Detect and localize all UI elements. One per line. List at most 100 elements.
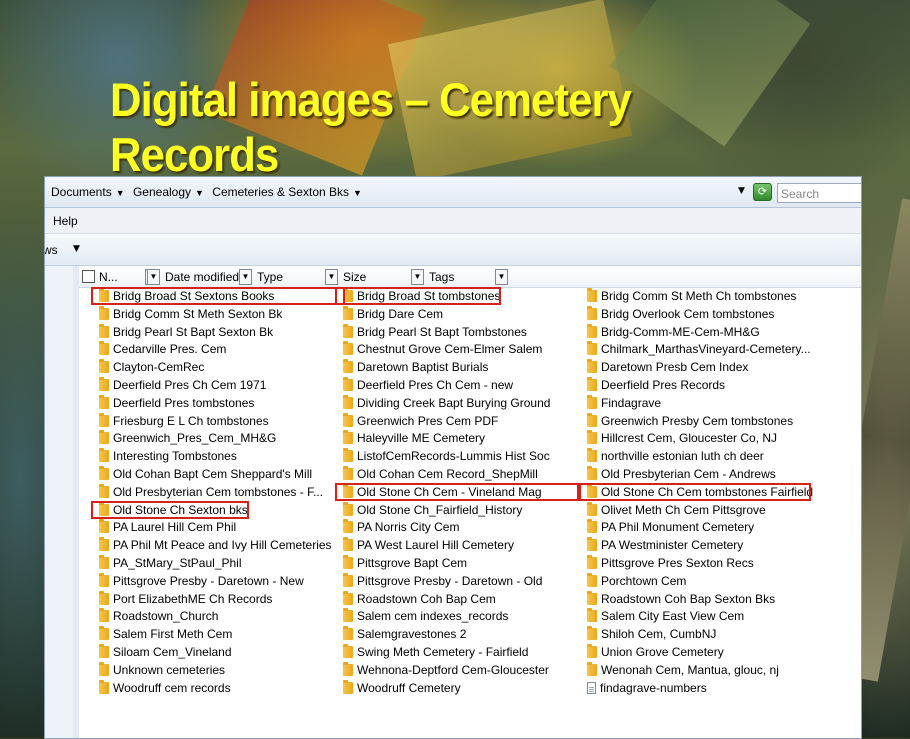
file-item[interactable]: Pittsgrove Presby - Daretown - New (99, 572, 304, 590)
file-item[interactable]: Bridg Dare Cem (343, 305, 444, 323)
file-item[interactable]: PA Laurel Hill Cem Phil (99, 519, 236, 536)
file-item-label: Bridg Dare Cem (357, 306, 444, 321)
file-item[interactable]: Haleyville ME Cemetery (343, 430, 485, 447)
file-item[interactable]: Pittsgrove Presby - Daretown - Old (343, 572, 542, 590)
folder-icon (343, 608, 353, 623)
column-filter-dropdown[interactable]: ▼ (325, 269, 338, 285)
file-item-label: Old Stone Ch_Fairfield_History (357, 502, 523, 517)
file-item[interactable]: PA Westminister Cemetery (587, 537, 743, 554)
file-item[interactable]: Woodruff cem records (99, 679, 231, 697)
file-item[interactable]: Roadstown Coh Bap Sexton Bks (587, 590, 775, 608)
file-item[interactable]: Pittsgrove Bapt Cem (343, 555, 467, 572)
file-item[interactable]: Pittsgrove Pres Sexton Recs (587, 555, 754, 572)
file-item[interactable]: Roadstown_Church (99, 608, 218, 625)
file-item[interactable]: Wenonah Cem, Mantua, glouc, nj (587, 661, 779, 679)
file-item[interactable]: Union Grove Cemetery (587, 644, 724, 661)
file-item[interactable]: PA Phil Monument Cemetery (587, 519, 754, 536)
folder-icon (587, 341, 597, 356)
file-item[interactable]: Woodruff Cemetery (343, 679, 461, 697)
chevron-down-icon[interactable]: ▼ (195, 188, 204, 198)
column-filter-dropdown[interactable]: ▼ (411, 269, 424, 285)
file-item[interactable]: Findagrave (587, 394, 661, 412)
file-item-label: Dividing Creek Bapt Burying Ground (357, 395, 551, 410)
file-item[interactable]: PA Phil Mt Peace and Ivy Hill Cemeteries (99, 537, 332, 554)
column-tags[interactable]: ▼ Tags ▼ (411, 269, 508, 285)
views-button[interactable]: ws (45, 243, 58, 257)
search-input[interactable]: Search (777, 183, 861, 203)
file-item[interactable]: PA West Laurel Hill Cemetery (343, 537, 514, 554)
file-item[interactable]: Hillcrest Cem, Gloucester Co, NJ (587, 430, 777, 447)
file-item[interactable]: Friesburg E L Ch tombstones (99, 412, 269, 430)
file-item[interactable]: Cedarville Pres. Cem (99, 341, 226, 358)
file-item[interactable]: Salem First Meth Cem (99, 626, 232, 643)
file-item[interactable]: Olivet Meth Ch Cem Pittsgrove (587, 501, 766, 519)
file-item[interactable]: Siloam Cem_Vineland (99, 644, 232, 661)
views-dropdown-icon[interactable]: ▼ (73, 244, 80, 254)
navigation-pane[interactable] (45, 266, 74, 738)
breadcrumb-genealogy[interactable]: Genealogy (133, 185, 191, 199)
file-item[interactable]: Shiloh Cem, CumbNJ (587, 626, 716, 643)
file-item[interactable]: Bridg Pearl St Bapt Sexton Bk (99, 323, 273, 341)
file-item[interactable]: Salem City East View Cem (587, 608, 744, 625)
file-item[interactable]: PA_StMary_StPaul_Phil (99, 555, 242, 572)
menu-help[interactable]: Help (53, 214, 78, 228)
file-item[interactable]: Old Presbyterian Cem tombstones - F... (99, 483, 323, 501)
chevron-down-icon[interactable]: ▼ (353, 188, 362, 198)
file-item[interactable]: Interesting Tombstones (99, 448, 237, 465)
file-item[interactable]: Daretown Baptist Burials (343, 359, 488, 376)
file-item[interactable]: Unknown cemeteries (99, 661, 225, 679)
file-item[interactable]: Porchtown Cem (587, 572, 686, 590)
file-item[interactable]: Swing Meth Cemetery - Fairfield (343, 644, 528, 661)
file-item[interactable]: Deerfield Pres Ch Cem - new (343, 377, 513, 394)
column-filter-dropdown[interactable]: ▼ (239, 269, 252, 285)
file-item[interactable]: Bridg-Comm-ME-Cem-MH&G (587, 323, 760, 341)
file-item[interactable]: Port ElizabethME Ch Records (99, 590, 272, 608)
column-type[interactable]: ▼ Type (239, 269, 329, 285)
folder-icon (99, 377, 109, 391)
breadcrumb-cemeteries[interactable]: Cemeteries & Sexton Bks (212, 185, 349, 199)
file-item[interactable]: Bridg Overlook Cem tombstones (587, 305, 774, 323)
column-date-modified[interactable]: ▼ Date modified (147, 269, 247, 285)
file-item[interactable]: Wehnona-Deptford Cem-Gloucester (343, 661, 549, 679)
file-item[interactable]: ListofCemRecords-Lummis Hist Soc (343, 448, 550, 465)
breadcrumb-documents[interactable]: Documents (51, 185, 112, 199)
file-item[interactable]: Chilmark_MarthasVineyard-Cemetery... (587, 341, 811, 358)
file-item[interactable]: northville estonian luth ch deer (587, 448, 764, 465)
column-filter-dropdown[interactable]: ▼ (495, 269, 508, 285)
file-item[interactable]: Deerfield Pres Records (587, 377, 725, 394)
file-item[interactable]: Salem cem indexes_records (343, 608, 508, 625)
file-item[interactable]: Dividing Creek Bapt Burying Ground (343, 394, 551, 412)
file-item[interactable]: Roadstown Coh Bap Cem (343, 590, 496, 608)
file-item[interactable]: Chestnut Grove Cem-Elmer Salem (343, 341, 542, 358)
column-size[interactable]: ▼ Size (325, 269, 415, 285)
file-item[interactable]: Clayton-CemRec (99, 359, 204, 376)
file-item[interactable]: Deerfield Pres tombstones (99, 394, 254, 412)
file-item[interactable]: PA Norris City Cem (343, 519, 459, 536)
file-item[interactable]: Greenwich Presby Cem tombstones (587, 412, 793, 430)
file-item[interactable]: Old Presbyterian Cem - Andrews (587, 466, 776, 483)
refresh-icon[interactable]: ⟳ (753, 183, 772, 201)
column-filter-dropdown[interactable]: ▼ (147, 269, 160, 285)
folder-icon (343, 412, 353, 427)
address-history-dropdown[interactable]: ▼ (738, 186, 745, 196)
file-item[interactable]: Greenwich_Pres_Cem_MH&G (99, 430, 276, 447)
chevron-down-icon[interactable]: ▼ (116, 188, 125, 198)
file-item[interactable]: Old Cohan Cem Record_ShepMill (343, 466, 538, 483)
file-item[interactable]: findagrave-numbers (587, 680, 707, 697)
file-item[interactable]: Daretown Presb Cem Index (587, 359, 748, 376)
address-bar[interactable]: Documents ▼ Genealogy ▼ Cemeteries & Sexto… (45, 177, 861, 208)
file-item[interactable]: Salemgravestones 2 (343, 626, 466, 643)
file-item[interactable]: Old Cohan Bapt Cem Sheppard's Mill (99, 466, 312, 483)
file-item[interactable]: Deerfield Pres Ch Cem 1971 (99, 377, 266, 394)
file-item[interactable]: Old Stone Ch_Fairfield_History (343, 501, 523, 519)
file-item[interactable]: Bridg Comm St Meth Ch tombstones (587, 288, 796, 305)
file-item-label: PA Laurel Hill Cem Phil (113, 520, 237, 535)
explorer-window: Documents ▼ Genealogy ▼ Cemeteries & Sexto… (44, 176, 862, 739)
folder-icon (99, 430, 109, 445)
file-item[interactable]: Bridg Pearl St Bapt Tombstones (343, 323, 527, 341)
file-item[interactable]: Bridg Comm St Meth Sexton Bk (99, 305, 282, 323)
file-item[interactable]: Greenwich Pres Cem PDF (343, 412, 498, 430)
select-all-checkbox[interactable] (82, 270, 95, 283)
column-header-row: N... ▲ ▼ ▼ Date modified ▼ Type ▼ Size ▼… (79, 266, 861, 288)
file-item-label: Hillcrest Cem, Gloucester Co, NJ (601, 431, 778, 446)
